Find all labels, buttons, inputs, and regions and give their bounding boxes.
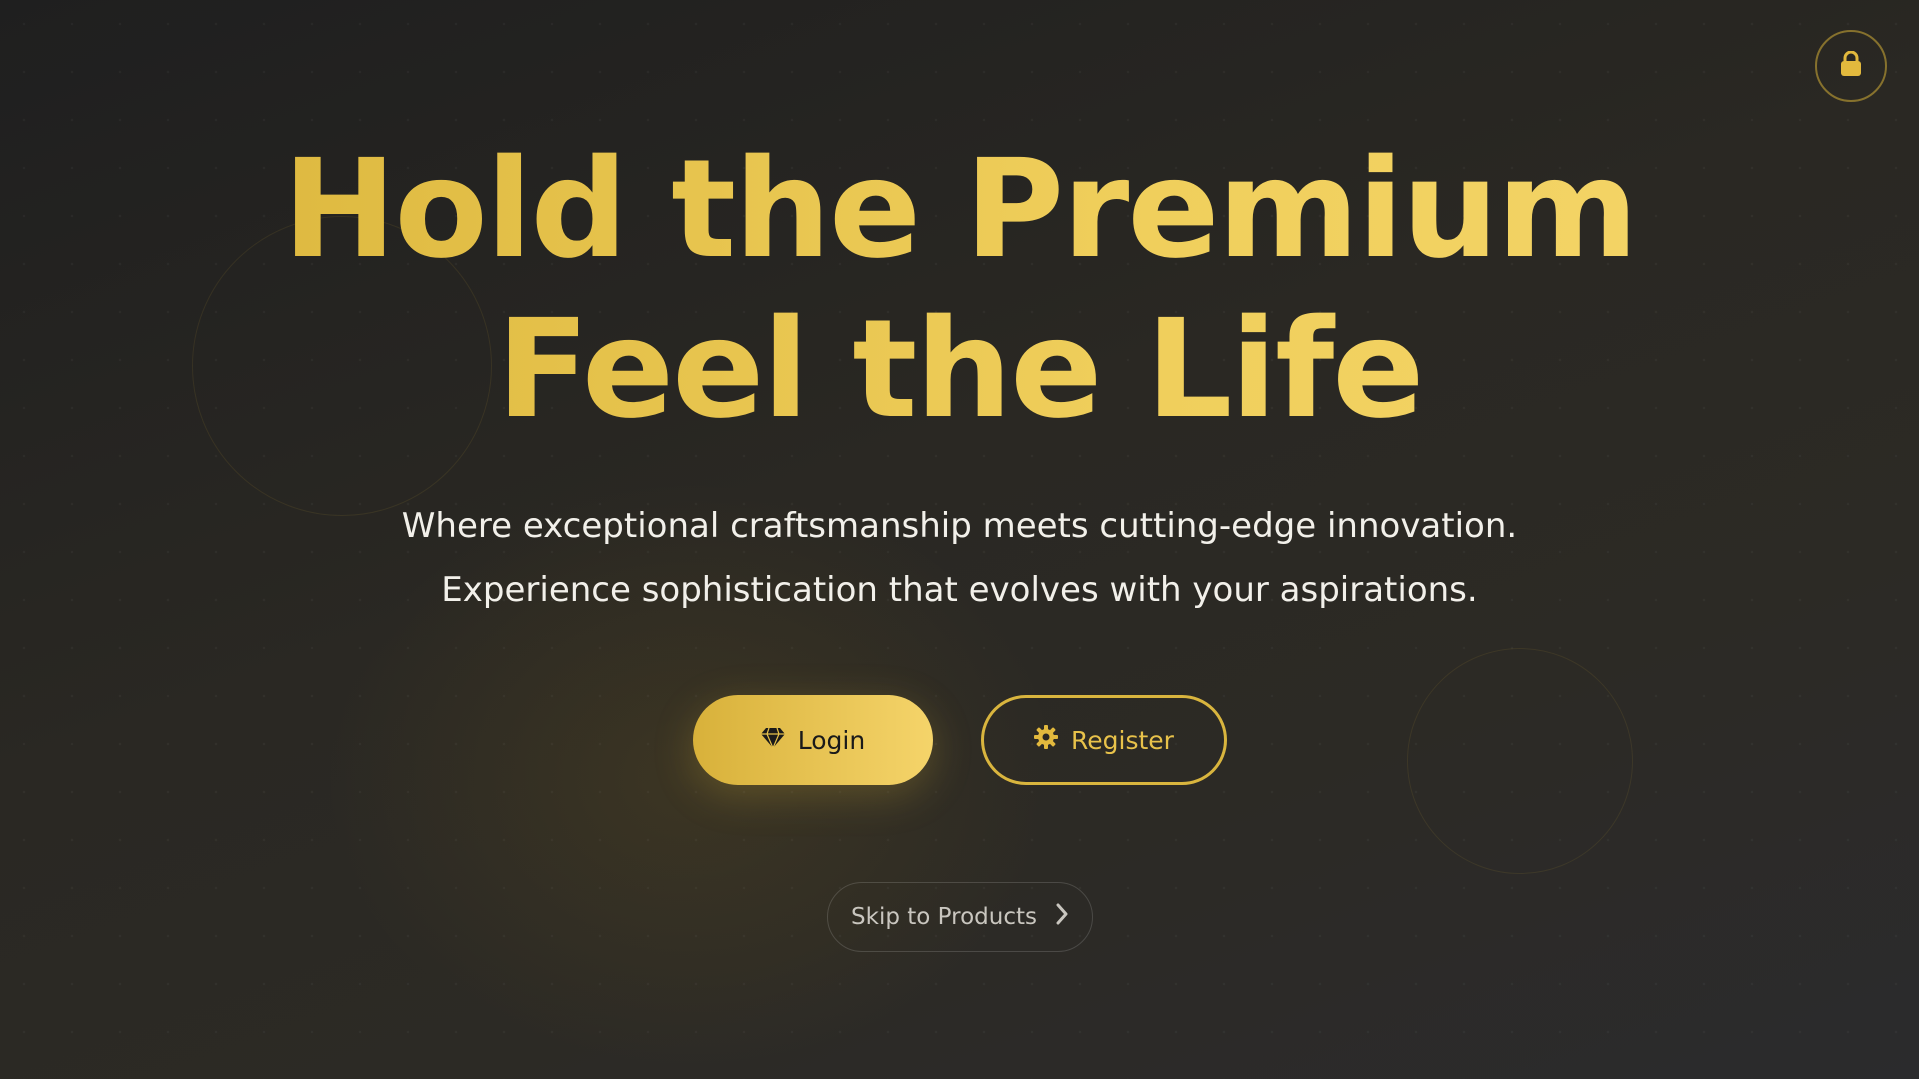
- headline-line-2: Feel the Life: [496, 291, 1423, 449]
- action-buttons: Login Register: [0, 695, 1919, 785]
- hero-subtitle: Where exceptional craftsmanship meets cu…: [0, 494, 1919, 622]
- register-label: Register: [1071, 725, 1174, 755]
- headline-line-1: Hold the Premium: [282, 131, 1637, 289]
- login-button[interactable]: Login: [692, 695, 933, 785]
- hero-headline: Hold the Premium Feel the Life: [0, 130, 1919, 450]
- chevron-right-icon: [1055, 903, 1069, 931]
- hero-section: Hold the Premium Feel the Life Where exc…: [0, 130, 1919, 622]
- login-label: Login: [797, 725, 866, 755]
- subtitle-line-2: Experience sophistication that evolves w…: [441, 570, 1478, 610]
- subtitle-line-1: Where exceptional craftsmanship meets cu…: [401, 506, 1518, 546]
- skip-to-products-link[interactable]: Skip to Products: [827, 882, 1093, 952]
- diamond-icon: [760, 726, 786, 755]
- lock-icon: [1840, 50, 1862, 81]
- register-button[interactable]: Register: [980, 695, 1227, 785]
- gear-icon: [1033, 724, 1059, 756]
- skip-label: Skip to Products: [851, 904, 1037, 930]
- lock-button[interactable]: [1815, 30, 1887, 102]
